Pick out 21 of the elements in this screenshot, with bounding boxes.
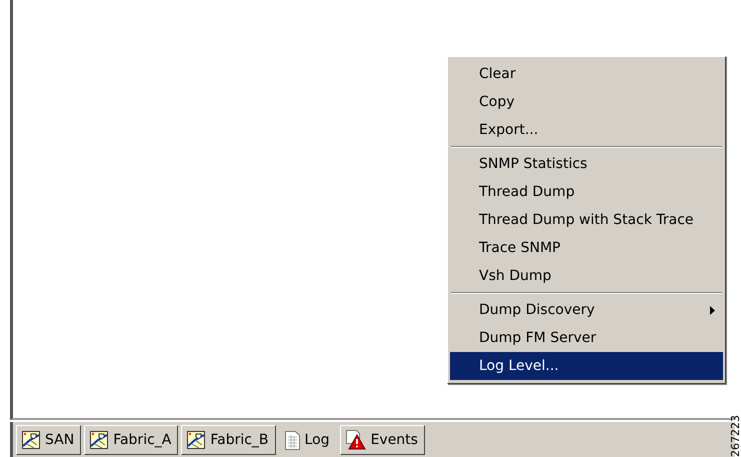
menu-item[interactable]: Log Level... xyxy=(450,352,723,380)
topology-icon xyxy=(22,431,40,449)
tab[interactable]: Fabric_B xyxy=(181,425,276,455)
document-icon xyxy=(284,430,300,450)
menu-item[interactable]: Thread Dump with Stack Trace xyxy=(450,206,723,234)
menu-item[interactable]: Copy xyxy=(450,88,723,116)
menu-item[interactable]: Export... xyxy=(450,116,723,144)
menu-item[interactable]: Dump Discovery xyxy=(450,296,723,324)
menu-item[interactable]: Dump FM Server xyxy=(450,324,723,352)
tab[interactable]: SAN xyxy=(16,425,82,455)
menu-item[interactable]: Thread Dump xyxy=(450,178,723,206)
topology-icon xyxy=(187,431,206,449)
menu-item[interactable]: SNMP Statistics xyxy=(450,150,723,178)
menu-item[interactable]: Vsh Dump xyxy=(450,262,723,290)
menu-item[interactable]: Trace SNMP xyxy=(450,234,723,262)
tab[interactable]: Fabric_A xyxy=(84,425,178,455)
tab[interactable]: Events xyxy=(340,425,425,455)
warning-document-icon xyxy=(346,430,366,450)
topology-icon xyxy=(90,431,108,449)
menu-item[interactable]: Clear xyxy=(450,60,723,88)
figure-id: 267223 xyxy=(728,415,741,457)
